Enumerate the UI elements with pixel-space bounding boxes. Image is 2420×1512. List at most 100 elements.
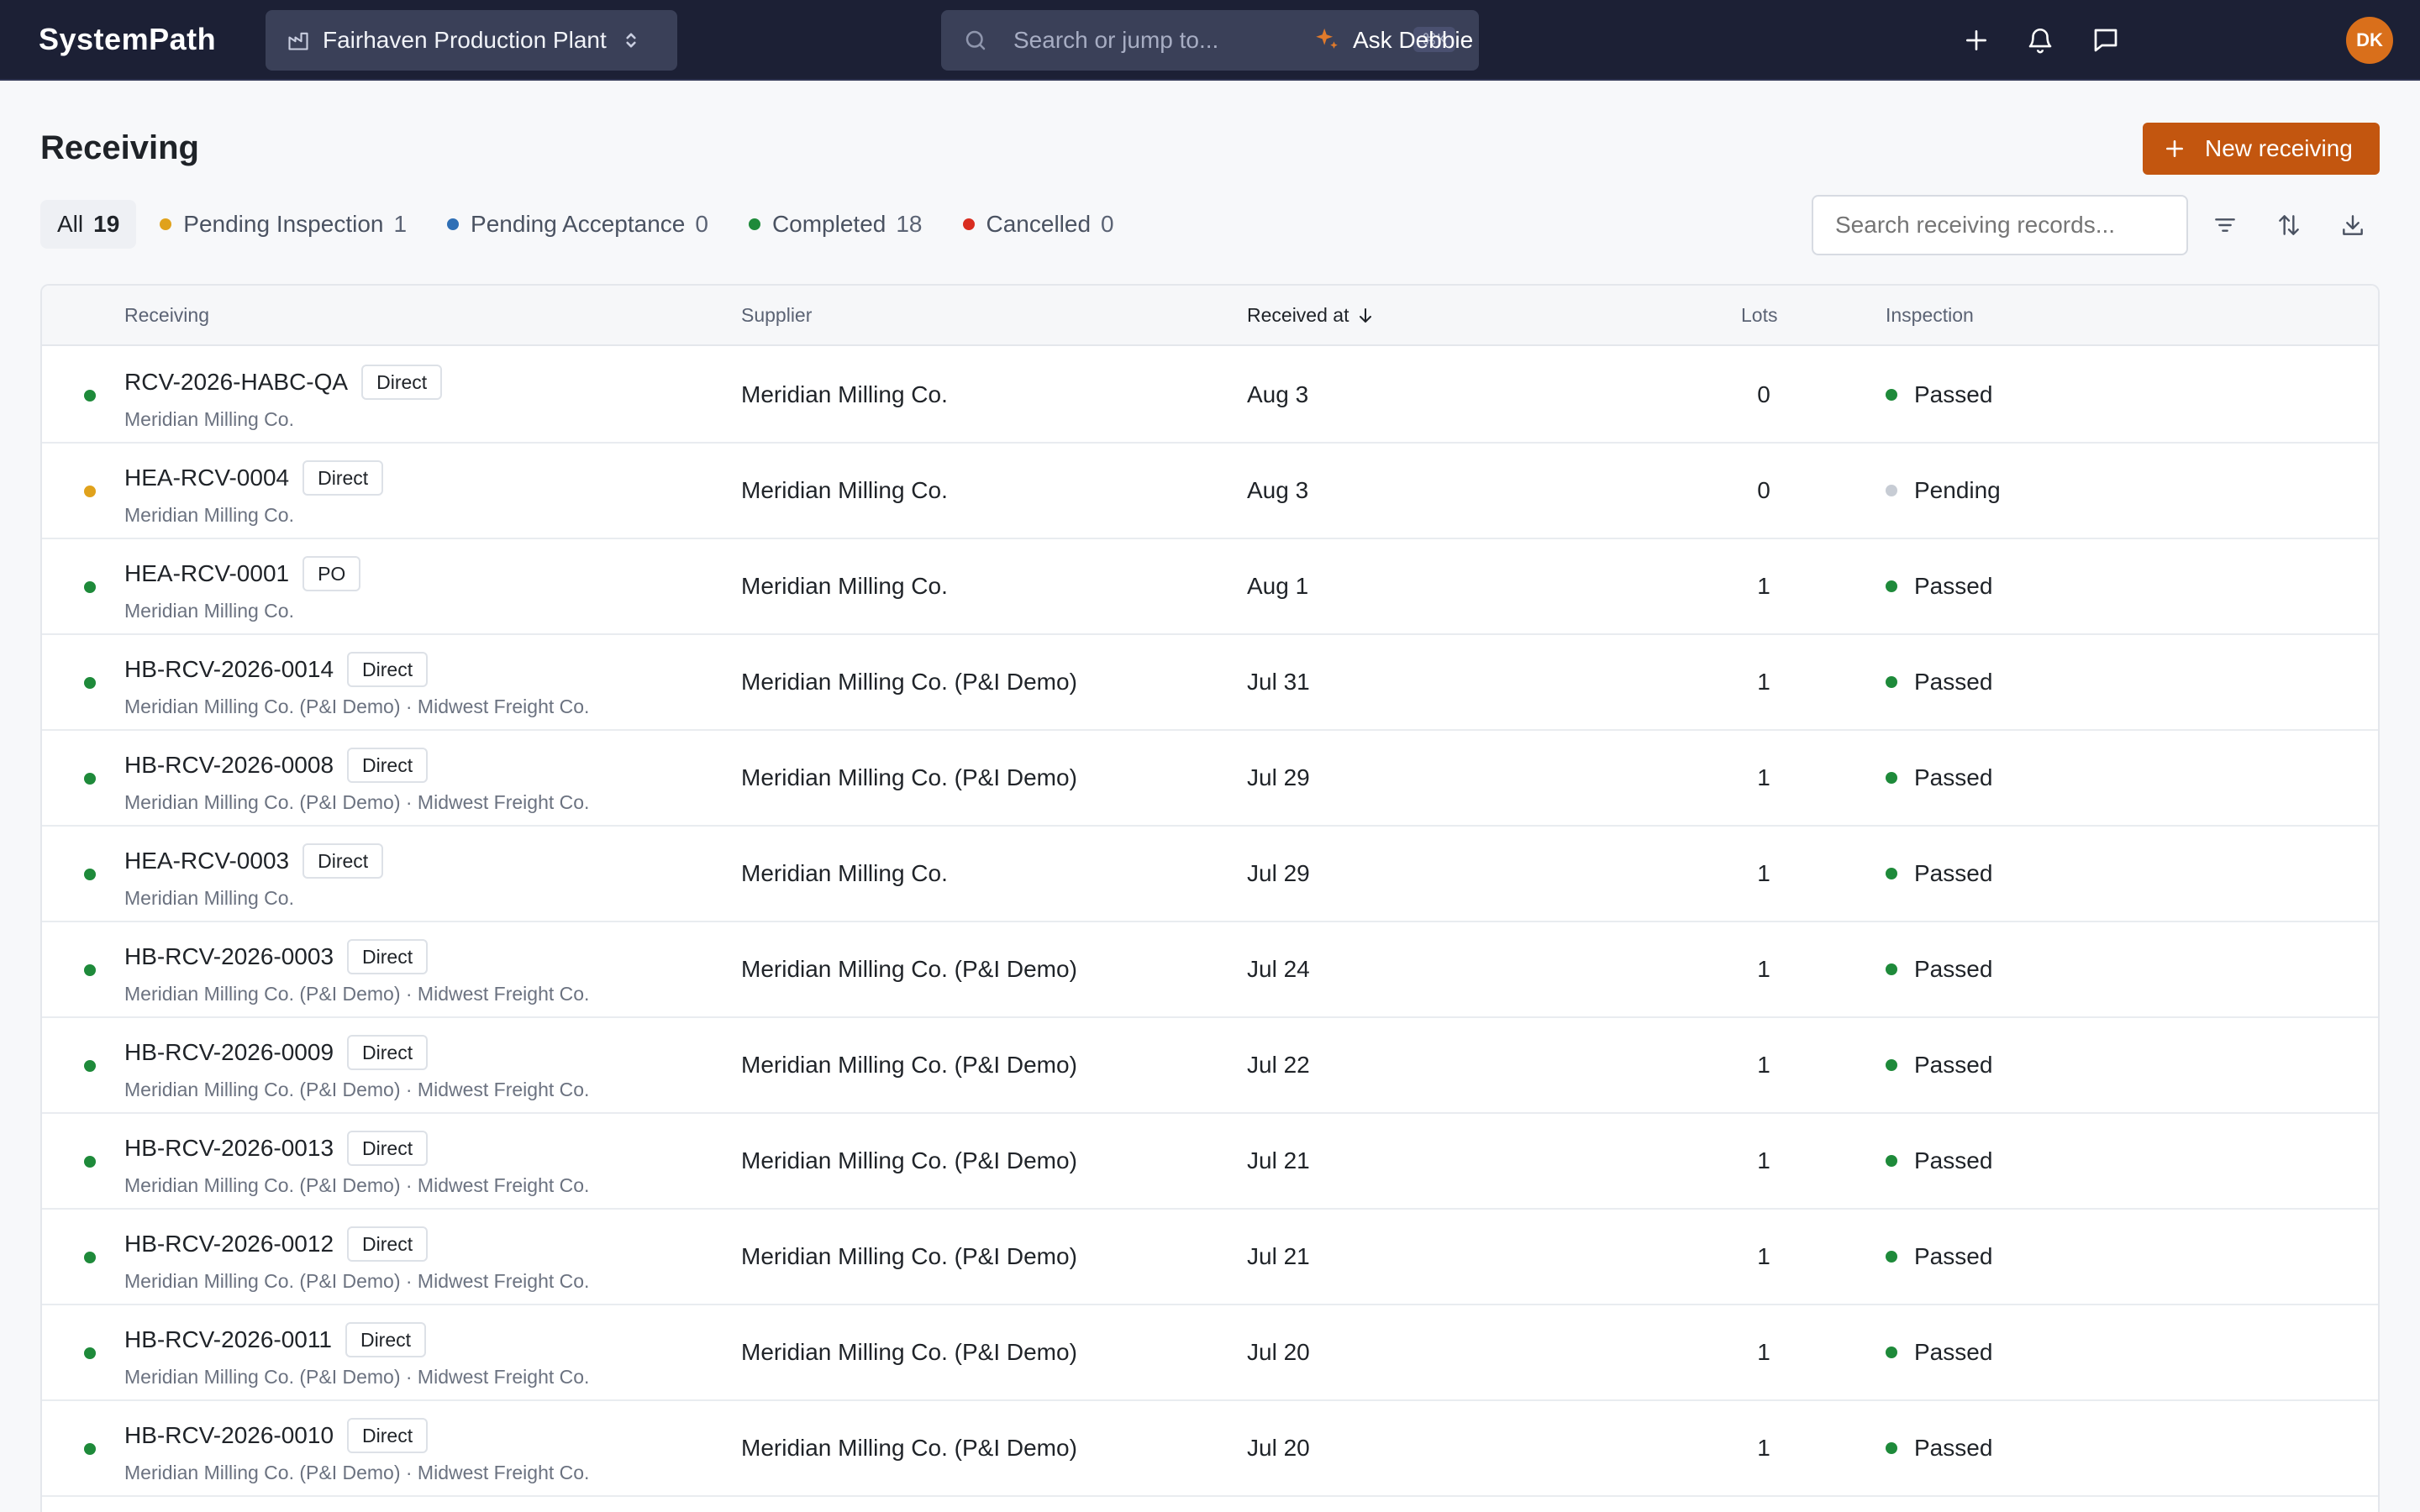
table-row[interactable]: HB-RCV-2026-0013 Direct Meridian Milling C… bbox=[42, 1114, 2378, 1210]
received-at-cell: Jul 29 bbox=[1247, 860, 1310, 886]
user-avatar[interactable]: DK bbox=[2346, 17, 2393, 64]
receiving-type-badge: Direct bbox=[345, 1322, 427, 1357]
bell-icon[interactable] bbox=[2023, 24, 2057, 57]
row-status-dot bbox=[84, 773, 96, 785]
inspection-status-dot bbox=[1886, 389, 1897, 401]
tab-pending-inspection[interactable]: Pending Inspection 1 bbox=[160, 200, 407, 249]
inspection-status: Passed bbox=[1914, 1147, 1993, 1173]
app-logo[interactable]: SystemPath bbox=[39, 22, 216, 57]
table-row[interactable]: HB-RCV-2026-0010 Direct Meridian Milling C… bbox=[42, 1401, 2378, 1497]
plant-name: Fairhaven Production Plant bbox=[323, 27, 607, 53]
filter-icon[interactable] bbox=[2208, 208, 2242, 242]
status-dot bbox=[447, 218, 460, 230]
table-row[interactable]: HB-RCV-2026-0012 Direct Meridian Milling C… bbox=[42, 1210, 2378, 1305]
status-dot bbox=[160, 218, 172, 230]
receiving-code[interactable]: HB-RCV-2026-0003 bbox=[124, 943, 334, 970]
receiving-code[interactable]: HB-RCV-2026-0014 bbox=[124, 656, 334, 683]
table-row[interactable]: HB-RCV-2026-0008 Direct Meridian Milling C… bbox=[42, 731, 2378, 827]
receiving-type-badge: PO bbox=[302, 556, 361, 591]
table-row[interactable]: HB-RCV-2026-0003 Direct Meridian Milling C… bbox=[42, 922, 2378, 1018]
tab-all[interactable]: All 19 bbox=[40, 200, 137, 249]
receiving-subtitle: Meridian Milling Co. (P&I Demo) · Midwes… bbox=[124, 1366, 590, 1388]
receiving-code[interactable]: HEA-RCV-0003 bbox=[124, 848, 289, 874]
table-row[interactable]: RCV-2026-HABC-QA Direct Meridian Milling C… bbox=[42, 348, 2378, 444]
received-at-cell: Jul 22 bbox=[1247, 1052, 1310, 1078]
receiving-search-input[interactable] bbox=[1812, 195, 2188, 255]
receiving-type-badge: Direct bbox=[347, 1418, 429, 1453]
lots-cell: 1 bbox=[1757, 764, 1770, 790]
inspection-cell: Passed bbox=[1886, 573, 1992, 600]
tab-label: Completed bbox=[771, 211, 886, 237]
new-receiving-label: New receiving bbox=[2205, 135, 2353, 161]
receiving-id-cell: HB-RCV-2026-0013 Direct bbox=[124, 1131, 429, 1166]
received-at-cell: Jul 21 bbox=[1247, 1147, 1310, 1173]
chat-icon[interactable] bbox=[2089, 24, 2123, 57]
page-title: Receiving bbox=[40, 129, 199, 166]
table-row[interactable]: HEA-RCV-0004 Direct Meridian Milling Co. Me… bbox=[42, 444, 2378, 539]
inspection-status-dot bbox=[1886, 963, 1897, 975]
tab-cancelled[interactable]: Cancelled 0 bbox=[962, 200, 1114, 249]
receiving-code[interactable]: HEA-RCV-0004 bbox=[124, 465, 289, 491]
tab-pending-acceptance[interactable]: Pending Acceptance 0 bbox=[447, 200, 708, 249]
plus-icon[interactable] bbox=[1960, 24, 1993, 57]
download-icon[interactable] bbox=[2336, 208, 2370, 242]
receiving-code[interactable]: HB-RCV-2026-0013 bbox=[124, 1135, 334, 1162]
received-at-cell: Jul 21 bbox=[1247, 1243, 1310, 1269]
plant-switcher[interactable]: Fairhaven Production Plant bbox=[266, 10, 677, 71]
received-at-cell: Aug 3 bbox=[1247, 381, 1309, 407]
receiving-code[interactable]: HB-RCV-2026-0011 bbox=[124, 1326, 332, 1353]
supplier-cell: Meridian Milling Co. bbox=[741, 477, 948, 503]
inspection-status-dot bbox=[1886, 1347, 1897, 1358]
inspection-status-dot bbox=[1886, 772, 1897, 784]
column-header-inspection[interactable]: Inspection bbox=[1886, 304, 1974, 327]
inspection-status-dot bbox=[1886, 580, 1897, 592]
column-header-lots[interactable]: Lots bbox=[1741, 304, 1777, 327]
column-header-receiving[interactable]: Receiving bbox=[124, 304, 209, 327]
receiving-code[interactable]: HEA-RCV-0001 bbox=[124, 560, 289, 587]
inspection-status: Passed bbox=[1914, 956, 1993, 982]
column-header-supplier[interactable]: Supplier bbox=[741, 304, 812, 327]
tab-count: 18 bbox=[896, 211, 923, 237]
inspection-status: Passed bbox=[1914, 1052, 1993, 1078]
receiving-subtitle: Meridian Milling Co. bbox=[124, 408, 294, 430]
receiving-id-cell: HB-RCV-2026-0010 Direct bbox=[124, 1418, 429, 1453]
lots-cell: 1 bbox=[1757, 1243, 1770, 1269]
sparkle-icon bbox=[1313, 26, 1341, 55]
row-status-dot bbox=[84, 1060, 96, 1072]
ask-debbie-label: Ask Debbie bbox=[1353, 27, 1474, 53]
more-vertical-icon[interactable] bbox=[2376, 477, 2378, 507]
inspection-cell: Passed bbox=[1886, 860, 1992, 887]
receiving-id-cell: HB-RCV-2026-0009 Direct bbox=[124, 1035, 429, 1070]
receiving-id-cell: HEA-RCV-0004 Direct bbox=[124, 460, 384, 496]
inspection-cell: Passed bbox=[1886, 1052, 1992, 1079]
table-row[interactable]: HB-RCV-2026-0009 Direct Meridian Milling C… bbox=[42, 1018, 2378, 1114]
new-receiving-button[interactable]: New receiving bbox=[2143, 123, 2380, 175]
receiving-id-cell: RCV-2026-HABC-QA Direct bbox=[124, 365, 443, 400]
tab-label: Cancelled bbox=[986, 211, 1092, 237]
table-row[interactable]: HEA-RCV-0001 PO Meridian Milling Co. Meridi… bbox=[42, 539, 2378, 635]
table-row[interactable]: HB-RCV-2026-0014 Direct Meridian Milling C… bbox=[42, 635, 2378, 731]
receiving-type-badge: Direct bbox=[302, 843, 384, 879]
row-status-dot bbox=[84, 581, 96, 593]
receiving-code[interactable]: HB-RCV-2026-0010 bbox=[124, 1422, 334, 1449]
inspection-status-dot bbox=[1886, 676, 1897, 688]
receiving-code[interactable]: HB-RCV-2026-0008 bbox=[124, 752, 334, 779]
column-header-received-at[interactable]: Received at bbox=[1247, 304, 1374, 327]
sort-icon[interactable] bbox=[2272, 208, 2306, 242]
receiving-type-badge: Direct bbox=[361, 365, 443, 400]
inspection-cell: Passed bbox=[1886, 1147, 1992, 1174]
plus-icon bbox=[2163, 137, 2186, 160]
table-row[interactable]: HEA-RCV-0003 Direct Meridian Milling Co. Me… bbox=[42, 827, 2378, 922]
receiving-subtitle: Meridian Milling Co. bbox=[124, 504, 294, 526]
inspection-cell: Passed bbox=[1886, 381, 1992, 408]
receiving-code[interactable]: RCV-2026-HABC-QA bbox=[124, 369, 348, 396]
table-row[interactable]: HB-RCV-2026-0011 Direct Meridian Milling C… bbox=[42, 1305, 2378, 1401]
receiving-code[interactable]: HB-RCV-2026-0012 bbox=[124, 1231, 334, 1257]
received-at-cell: Jul 31 bbox=[1247, 669, 1310, 695]
tab-completed[interactable]: Completed 18 bbox=[748, 200, 923, 249]
ask-debbie-button[interactable]: Ask Debbie bbox=[1313, 20, 1473, 60]
inspection-cell: Pending bbox=[1886, 477, 2001, 504]
inspection-status: Passed bbox=[1914, 669, 1993, 695]
supplier-cell: Meridian Milling Co. bbox=[741, 381, 948, 407]
receiving-code[interactable]: HB-RCV-2026-0009 bbox=[124, 1039, 334, 1066]
